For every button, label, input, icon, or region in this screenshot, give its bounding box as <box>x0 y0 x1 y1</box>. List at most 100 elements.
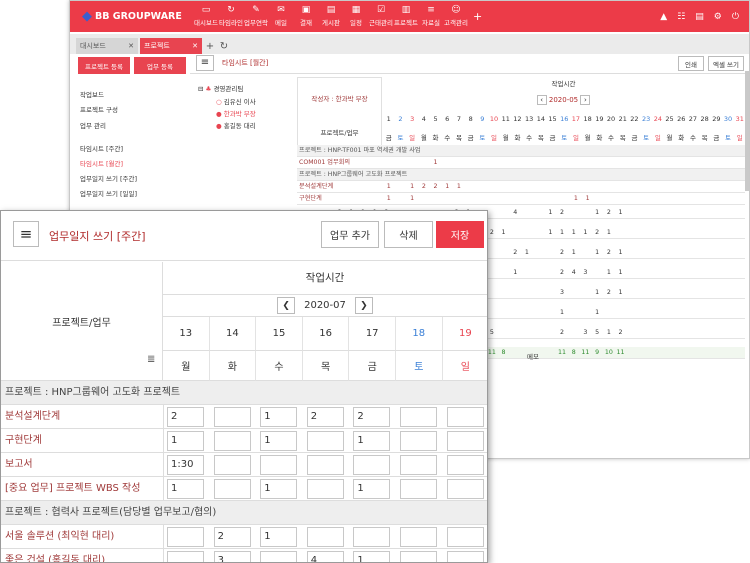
hour-cell[interactable]: 1 <box>582 193 594 205</box>
hour-input[interactable]: 1:30 <box>167 455 204 475</box>
project-register-button[interactable]: 프로젝트 등록 <box>78 57 130 74</box>
hour-input[interactable] <box>400 455 437 475</box>
hour-cell[interactable]: 2 <box>603 287 615 299</box>
hour-cell[interactable]: 1 <box>498 227 510 239</box>
hour-input[interactable] <box>446 479 484 499</box>
org-icon[interactable]: ☷ <box>677 12 685 22</box>
hour-cell[interactable]: 11 <box>580 347 592 359</box>
hour-cell[interactable]: 1 <box>615 267 627 279</box>
hour-input[interactable] <box>213 431 251 451</box>
hour-cell[interactable]: 2 <box>556 247 568 259</box>
hour-cell[interactable]: 1 <box>383 181 395 193</box>
nav-item-timesheet-weekly[interactable]: 타임시트 [주간] <box>80 143 123 153</box>
top-menu-item[interactable]: ▥ 프로젝트 <box>394 1 418 32</box>
hour-cell[interactable]: 1 <box>603 267 615 279</box>
hour-cell[interactable]: 9 <box>591 347 603 359</box>
hour-cell[interactable]: 1 <box>383 193 395 205</box>
hour-cell[interactable]: 1 <box>615 247 627 259</box>
hour-cell[interactable]: 2 <box>510 247 522 259</box>
hour-cell[interactable]: 3 <box>580 327 592 339</box>
top-menu-item[interactable]: ↻ 타임라인 <box>219 1 243 32</box>
menu-toggle-icon[interactable]: ≡ <box>196 54 214 71</box>
hour-input[interactable] <box>400 551 437 562</box>
task-register-button[interactable]: 업무 등록 <box>134 57 186 74</box>
hour-input[interactable]: 3 <box>213 551 251 562</box>
hour-cell[interactable]: 2 <box>615 327 627 339</box>
hour-input[interactable] <box>353 527 391 547</box>
top-menu-item[interactable]: ▭ 대시보드 <box>194 1 218 32</box>
hour-input[interactable]: 2 <box>167 407 204 427</box>
hour-cell[interactable]: 4 <box>568 267 580 279</box>
hour-input[interactable] <box>400 407 437 427</box>
hour-cell[interactable]: 8 <box>568 347 580 359</box>
settings-icon[interactable]: ⚙ <box>714 12 722 22</box>
logo[interactable]: ◆ BB GROUPWARE <box>82 9 194 24</box>
hour-input[interactable] <box>400 479 437 499</box>
top-menu-item[interactable]: ▣ 결재 <box>294 1 318 32</box>
hour-cell[interactable]: 2 <box>591 227 603 239</box>
hour-input[interactable] <box>213 479 251 499</box>
hour-cell[interactable]: 1 <box>591 247 603 259</box>
close-icon[interactable]: ✕ <box>128 42 134 50</box>
task-label[interactable]: 서울 솔루션 (최익현 대리) <box>5 531 114 542</box>
hour-input[interactable] <box>400 431 437 451</box>
hour-cell[interactable]: 1 <box>545 227 557 239</box>
top-menu-item[interactable]: ☺ 고객관리 <box>444 1 468 32</box>
top-menu-item[interactable]: ✉ 메일 <box>269 1 293 32</box>
hour-cell[interactable]: 1 <box>570 193 582 205</box>
hour-cell[interactable]: 3 <box>580 267 592 279</box>
prev-month-button[interactable]: ❮ <box>277 297 296 314</box>
delete-button[interactable]: 삭제 <box>384 221 433 248</box>
hour-cell[interactable]: 2 <box>603 247 615 259</box>
hour-cell[interactable]: 1 <box>615 207 627 219</box>
hour-cell[interactable]: 10 <box>603 347 615 359</box>
hour-cell[interactable]: 5 <box>591 327 603 339</box>
menu-toggle-icon[interactable]: ≡ <box>13 221 39 247</box>
hour-cell[interactable]: 3 <box>556 287 568 299</box>
add-menu-icon[interactable]: + <box>473 10 482 23</box>
task-label[interactable]: 분석설계단계 <box>5 411 60 422</box>
hour-input[interactable]: 1 <box>260 527 298 547</box>
hour-input[interactable] <box>400 527 437 547</box>
task-row[interactable]: 구현단계 1 1 1 1 <box>297 193 745 205</box>
top-menu-item[interactable]: ☑ 근태관리 <box>369 1 393 32</box>
hour-input[interactable]: 1 <box>260 431 298 451</box>
task-label[interactable]: [중요 업무] 프로젝트 WBS 작성 <box>5 483 140 494</box>
hour-input[interactable]: 1 <box>167 431 204 451</box>
hour-input[interactable]: 2 <box>213 527 251 547</box>
hour-input[interactable] <box>167 527 204 547</box>
nav-item-worklog-weekly[interactable]: 업무일지 쓰기 [주간] <box>80 173 137 183</box>
hour-input[interactable] <box>213 455 251 475</box>
hour-input[interactable] <box>306 455 344 475</box>
hour-cell[interactable]: 1 <box>556 227 568 239</box>
hour-input[interactable] <box>260 551 298 562</box>
task-row[interactable]: COM001 업무회의 1 <box>297 157 745 169</box>
hour-input[interactable]: 1 <box>167 479 204 499</box>
nav-item-project-config[interactable]: 프로젝트 구성 <box>80 104 118 114</box>
hour-cell[interactable]: 1 <box>430 157 442 169</box>
hour-input[interactable]: 1 <box>353 431 391 451</box>
hour-input[interactable] <box>353 455 391 475</box>
hour-cell[interactable]: 1 <box>580 227 592 239</box>
tree-member-selected[interactable]: ● 한과박 부장 <box>216 108 256 118</box>
hour-input[interactable] <box>167 551 204 562</box>
hour-input[interactable] <box>446 407 484 427</box>
hour-cell[interactable]: 1 <box>406 193 418 205</box>
hour-cell[interactable]: 2 <box>418 181 430 193</box>
hour-input[interactable]: 4 <box>306 551 344 562</box>
hour-cell[interactable]: 11 <box>615 347 627 359</box>
hour-cell[interactable]: 1 <box>568 227 580 239</box>
hour-input[interactable]: 1 <box>260 407 298 427</box>
hour-cell[interactable]: 8 <box>498 347 510 359</box>
hour-cell[interactable]: 1 <box>591 207 603 219</box>
hour-input[interactable]: 2 <box>353 407 391 427</box>
hour-input[interactable]: 1 <box>260 479 298 499</box>
task-label[interactable]: 보고서 <box>5 459 33 470</box>
next-month-button[interactable]: ❯ <box>354 297 373 314</box>
hour-cell[interactable]: 1 <box>406 181 418 193</box>
hour-input[interactable] <box>446 431 484 451</box>
power-icon[interactable]: ⏻ <box>732 12 739 22</box>
hour-cell[interactable]: 1 <box>591 287 603 299</box>
sort-icon[interactable]: ≣ <box>147 354 155 365</box>
task-row[interactable]: 분석설계단계 1 1 2 2 1 1 <box>297 181 745 193</box>
